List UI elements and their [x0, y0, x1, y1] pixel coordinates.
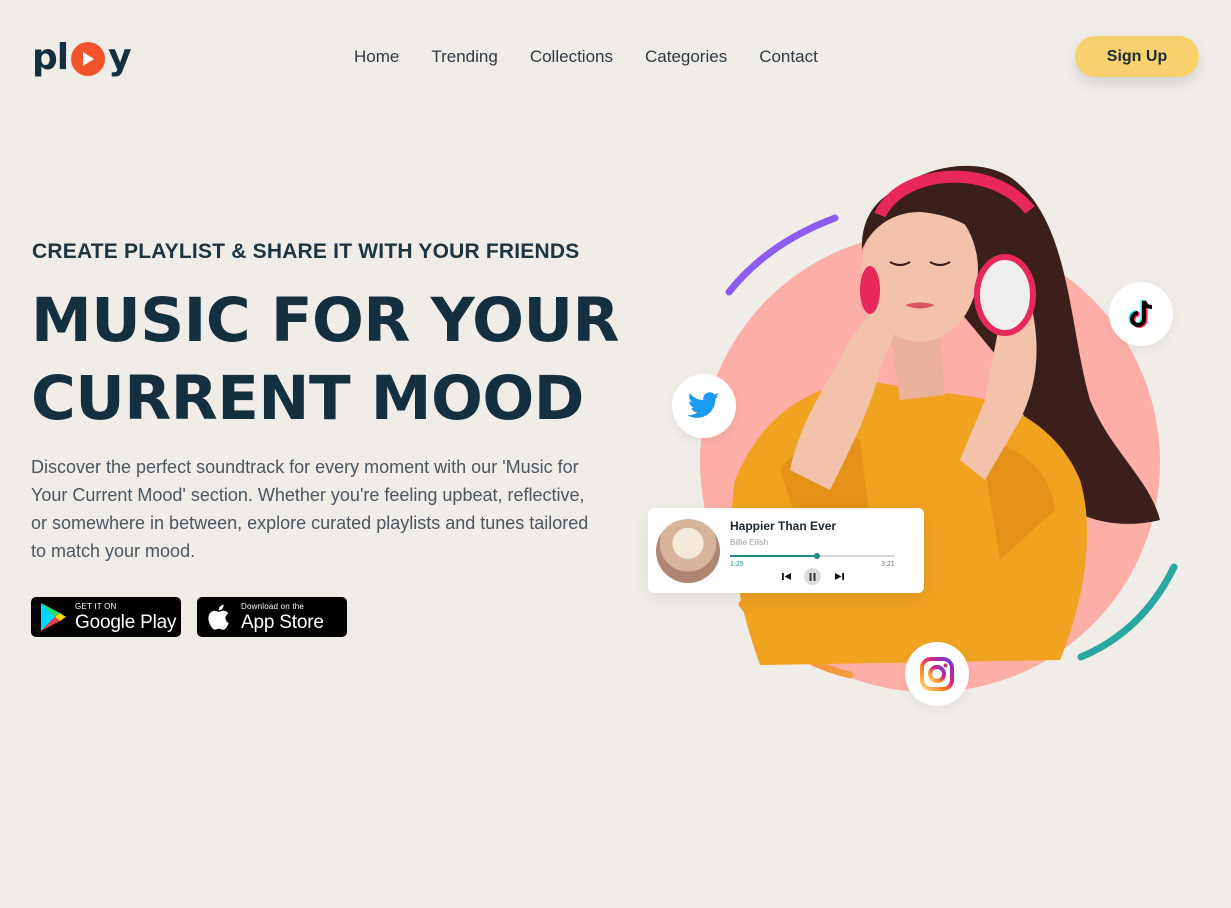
twitter-button[interactable] — [672, 374, 736, 438]
instagram-icon — [920, 657, 954, 691]
total-time: 3:21 — [881, 561, 895, 568]
skip-forward-icon — [834, 572, 844, 580]
woman-with-headphones-image — [731, 165, 1160, 665]
progress-bar[interactable] — [730, 553, 895, 559]
previous-button[interactable] — [780, 570, 792, 582]
twitter-icon — [687, 392, 720, 418]
music-player-card: Happier Than Ever Billie Eilish 1:25 3:2… — [648, 508, 924, 593]
progress-handle[interactable] — [814, 553, 821, 559]
progress-fill — [730, 555, 818, 557]
pause-icon — [809, 572, 816, 581]
current-time: 1:25 — [730, 561, 744, 568]
song-title: Happier Than Ever — [730, 519, 837, 533]
pause-button[interactable] — [804, 568, 821, 585]
tiktok-icon — [1128, 300, 1153, 328]
instagram-button[interactable] — [905, 642, 969, 706]
next-button[interactable] — [833, 570, 845, 582]
tiktok-button[interactable] — [1109, 282, 1173, 346]
album-cover — [656, 519, 720, 583]
skip-back-icon — [781, 572, 791, 580]
artist-name: Billie Eilish — [730, 538, 769, 547]
